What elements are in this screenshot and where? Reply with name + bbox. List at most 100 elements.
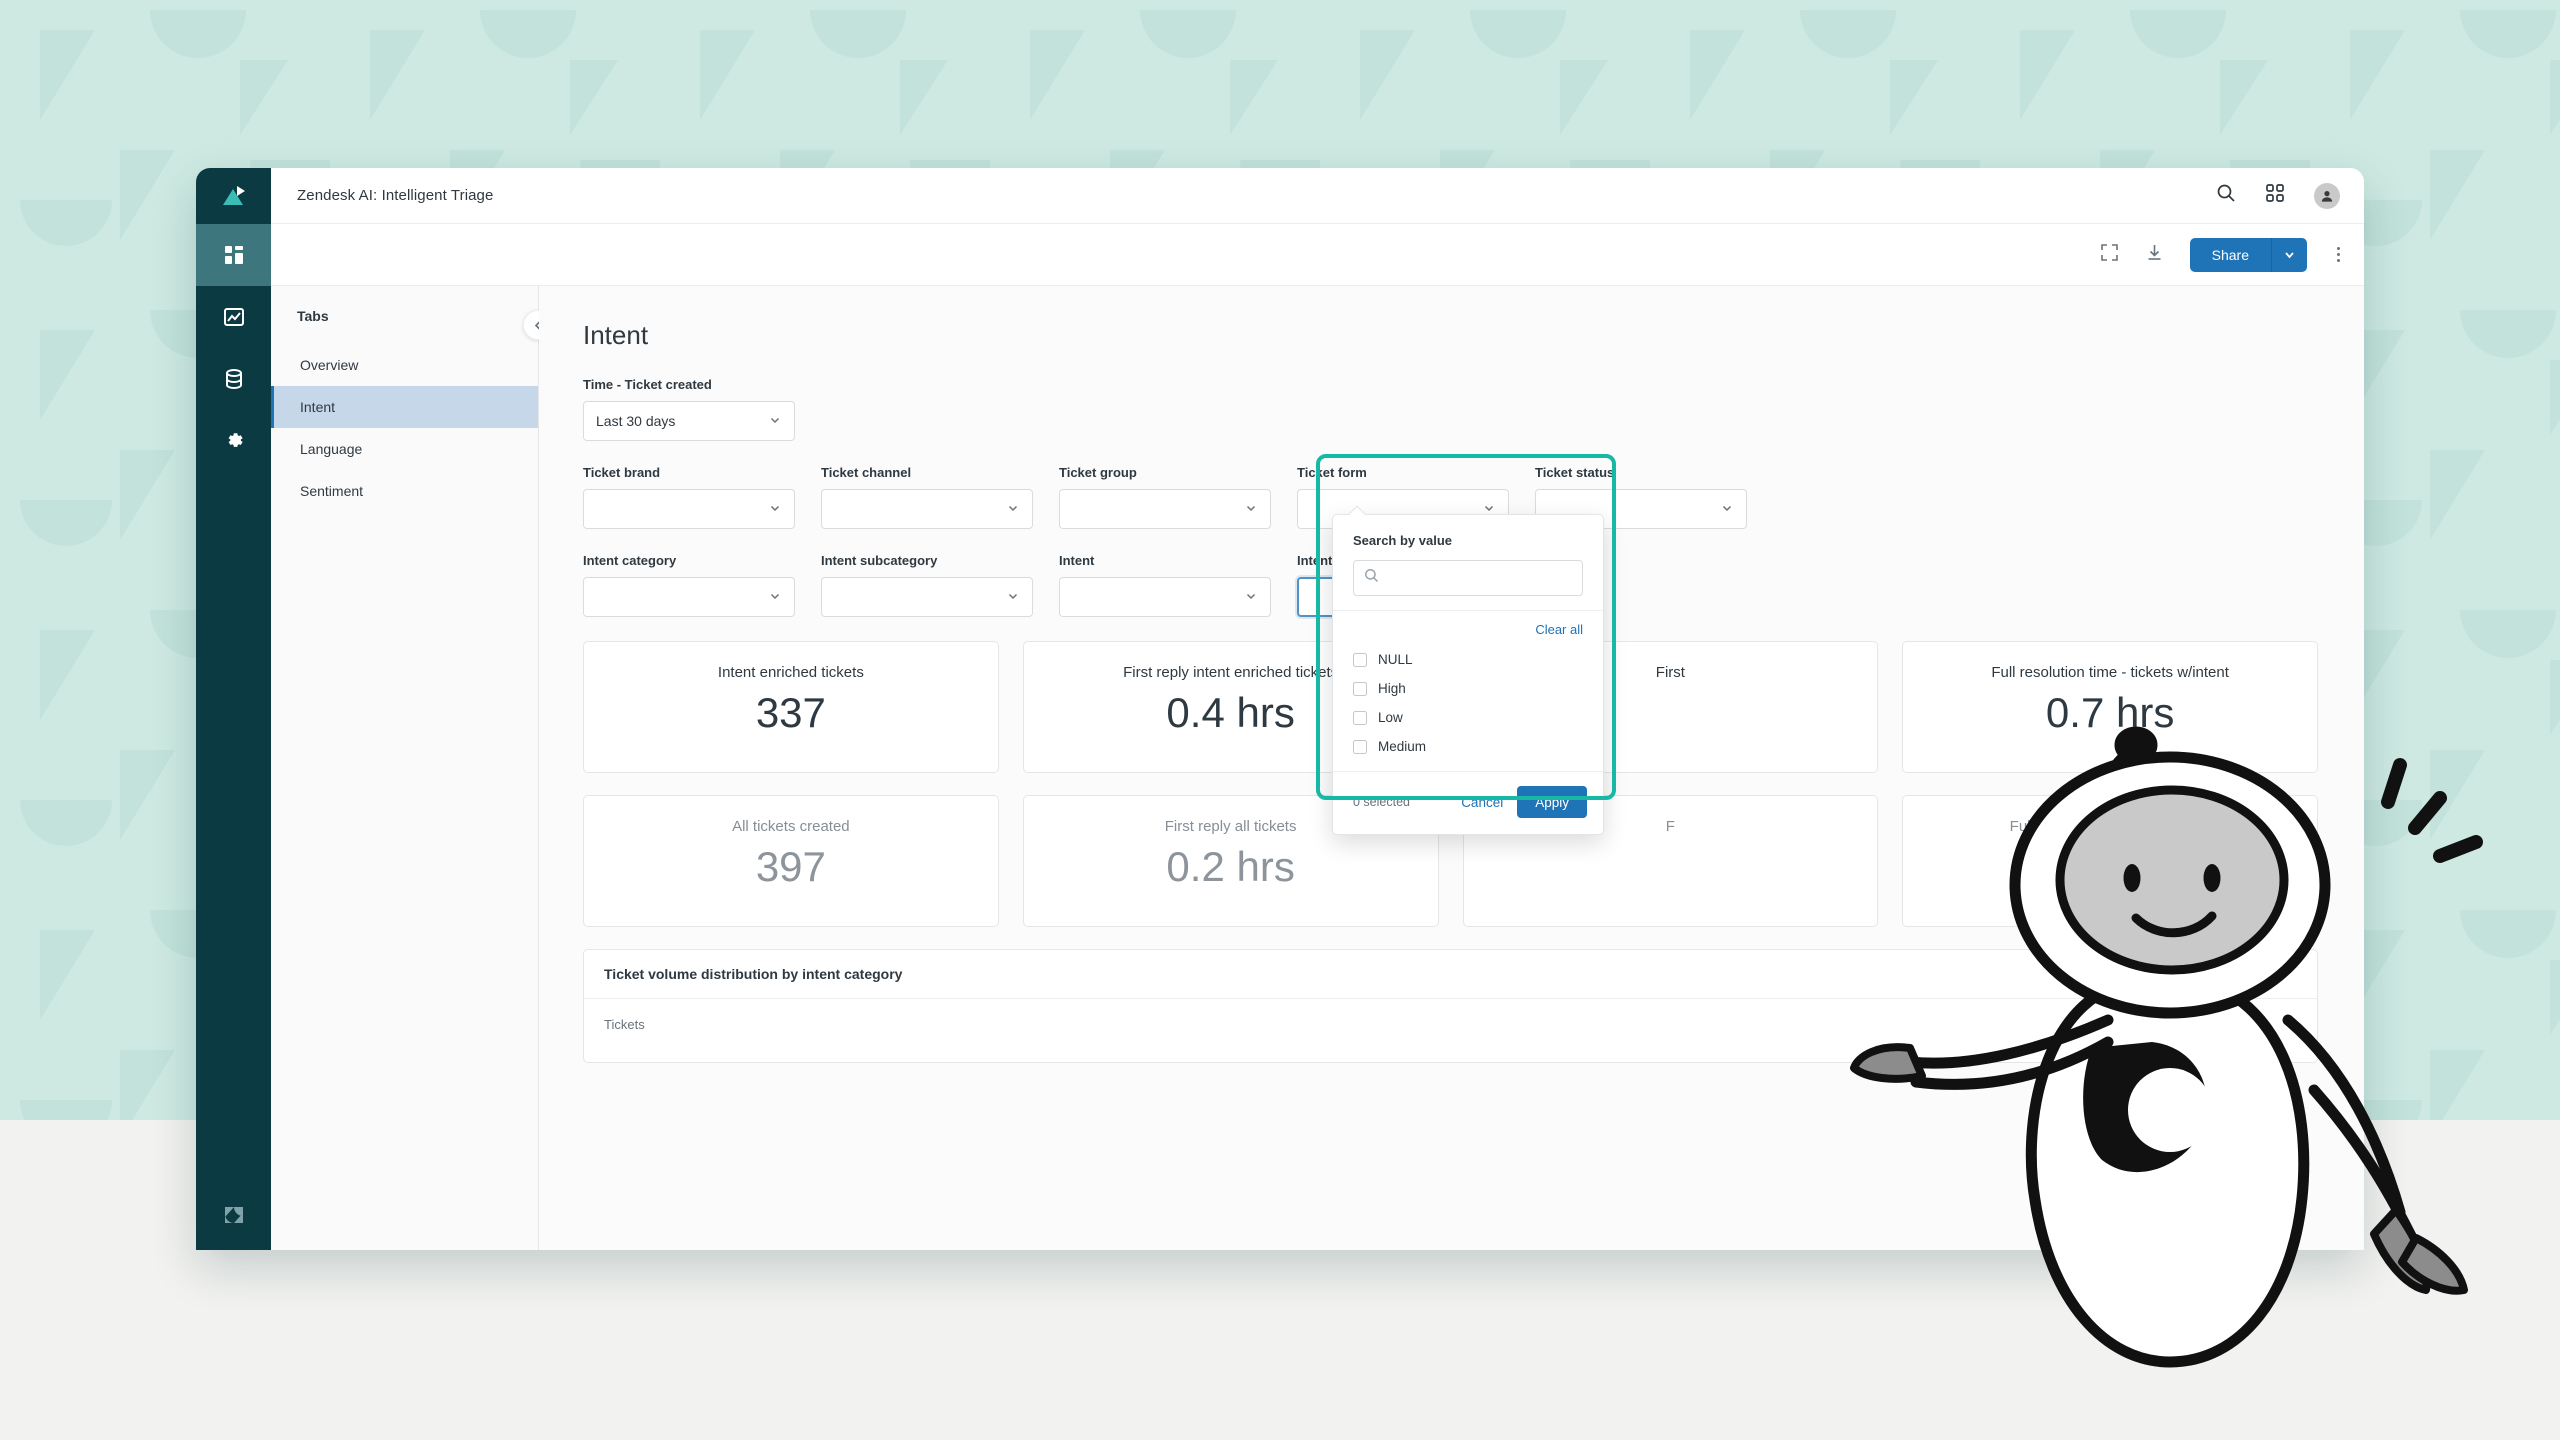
cancel-button[interactable]: Cancel: [1461, 795, 1503, 810]
kpi-value: 397: [755, 843, 826, 890]
settings-gear-icon: [228, 433, 243, 447]
kpi-card-full-resolution-intent: Full resolution time - tickets w/intent …: [1902, 641, 2318, 773]
dropdown-heading: Search by value: [1353, 533, 1452, 548]
selected-count: 0 selected: [1353, 795, 1410, 809]
share-button-group: Share: [2189, 237, 2307, 272]
dropdown-clear-all-row: Clear all: [1333, 611, 1603, 645]
option-label: High: [1378, 681, 1406, 696]
chart-axis-label: Tickets: [604, 1017, 645, 1032]
option-label: NULL: [1378, 652, 1413, 667]
tab-intent[interactable]: Intent: [271, 386, 538, 428]
filter-label: Ticket status: [1535, 465, 1615, 480]
kpi-value: 0.2 hrs: [1166, 843, 1295, 890]
fullscreen-icon[interactable]: [2100, 243, 2119, 267]
kpi-card-intent-enriched-tickets: Intent enriched tickets 337: [583, 641, 999, 773]
filter-intent-select[interactable]: [1059, 577, 1271, 617]
apply-button[interactable]: Apply: [1517, 786, 1587, 818]
rail-item-datasets[interactable]: [196, 348, 271, 410]
filter-intent-category: Intent category: [583, 553, 795, 617]
datasets-database-icon: [225, 369, 242, 389]
option-label: Low: [1378, 710, 1403, 725]
dropdown-option-medium[interactable]: Medium: [1333, 732, 1603, 761]
chevron-down-icon: [1006, 501, 1020, 518]
kpi-title: First reply intent enriched tickets: [1123, 664, 1339, 681]
checkbox[interactable]: [1353, 681, 1367, 696]
intent-confidence-dropdown-panel: Search by value Clear all NULL High Low …: [1332, 505, 1604, 835]
kpi-title: Full resolution time - all tickets: [2009, 818, 2211, 835]
clear-all-link[interactable]: Clear all: [1535, 622, 1583, 637]
kpi-title: First reply all tickets: [1164, 818, 1297, 835]
filter-intent: Intent: [1059, 553, 1271, 617]
chevron-down-icon: [768, 589, 782, 606]
filter-row-time: Time - Ticket created Last 30 days: [583, 377, 2318, 441]
body-split: Tabs Overview Intent Language Sentiment …: [271, 286, 2364, 1250]
chevron-down-icon: [1244, 589, 1258, 606]
top-bar: Zendesk AI: Intelligent Triage: [271, 168, 2364, 224]
user-avatar-icon: [2321, 190, 2333, 202]
share-button[interactable]: Share: [2189, 237, 2271, 272]
search-icon: [1364, 568, 1379, 588]
kpi-card-full-resolution-all: Full resolution time - all tickets 0.6 h…: [1902, 795, 2318, 927]
rail-item-settings[interactable]: [196, 410, 271, 472]
dropdown-option-null[interactable]: NULL: [1333, 645, 1603, 674]
dropdown-search-box[interactable]: [1353, 560, 1583, 596]
filter-intent-subcategory: Intent subcategory: [821, 553, 1033, 617]
kpi-value: 0.6 hrs: [2045, 843, 2175, 890]
filter-label: Ticket form: [1297, 465, 1367, 480]
rail-item-dashboards[interactable]: [196, 224, 271, 286]
filter-time-ticket-created: Time - Ticket created Last 30 days: [583, 377, 795, 441]
kpi-value: 0.4 hrs: [1166, 689, 1295, 736]
zendesk-logo: [196, 1202, 271, 1228]
top-bar-actions: [2216, 182, 2340, 209]
checkbox[interactable]: [1353, 739, 1367, 754]
filter-intent-subcategory-select[interactable]: [821, 577, 1033, 617]
filter-ticket-group: Ticket group: [1059, 465, 1271, 529]
download-icon[interactable]: [2145, 243, 2164, 267]
dashboard-grid-icon: [224, 246, 243, 264]
filter-label: Intent: [1059, 553, 1095, 568]
page-title: Intent: [583, 320, 649, 350]
search-icon[interactable]: [2216, 183, 2236, 208]
tab-overview[interactable]: Overview: [271, 344, 538, 386]
dropdown-option-low[interactable]: Low: [1333, 703, 1603, 732]
kpi-title: First: [1655, 664, 1685, 681]
kpi-title: All tickets created: [732, 818, 850, 835]
main-column: Zendesk AI: Intelligent Triage Share Tab…: [271, 168, 2364, 1250]
dropdown-search-wrap: [1333, 548, 1603, 610]
tabs-heading: Tabs: [297, 308, 329, 324]
option-label: Medium: [1378, 739, 1427, 754]
filter-time-select[interactable]: Last 30 days: [583, 401, 795, 441]
chart-card-ticket-volume: Ticket volume distribution by intent cat…: [583, 949, 2318, 1063]
filter-ticket-group-select[interactable]: [1059, 489, 1271, 529]
kpi-value: 337: [755, 689, 826, 736]
rail-item-reports[interactable]: [196, 286, 271, 348]
chevron-down-icon: [1244, 501, 1258, 518]
dropdown-footer: 0 selected Cancel Apply: [1333, 771, 1603, 834]
app-title: Zendesk AI: Intelligent Triage: [297, 187, 494, 204]
filter-intent-category-select[interactable]: [583, 577, 795, 617]
toolbar-actions: Share: [2100, 237, 2344, 272]
chevron-down-icon: [1006, 589, 1020, 606]
apps-grid-icon[interactable]: [2266, 184, 2284, 207]
filter-label: Time - Ticket created: [583, 377, 712, 392]
tab-language[interactable]: Language: [271, 428, 538, 470]
zendesk-explore-logo: [196, 168, 271, 224]
share-dropdown-toggle[interactable]: [2271, 237, 2307, 272]
checkbox[interactable]: [1353, 710, 1367, 725]
filter-label: Intent category: [583, 553, 677, 568]
dashboard-toolbar: Share: [271, 224, 2364, 286]
kebab-menu-icon[interactable]: [2333, 243, 2344, 266]
filter-ticket-brand: Ticket brand: [583, 465, 795, 529]
filter-label: Ticket group: [1059, 465, 1137, 480]
filter-ticket-channel-select[interactable]: [821, 489, 1033, 529]
kpi-title: Intent enriched tickets: [717, 664, 864, 681]
filter-ticket-brand-select[interactable]: [583, 489, 795, 529]
avatar[interactable]: [2314, 182, 2340, 209]
filter-label: Ticket brand: [583, 465, 661, 480]
tab-sentiment[interactable]: Sentiment: [271, 470, 538, 512]
chevron-down-icon: [2285, 252, 2294, 259]
dropdown-option-high[interactable]: High: [1333, 674, 1603, 703]
checkbox[interactable]: [1353, 652, 1367, 667]
dropdown-search-input[interactable]: [1387, 570, 1572, 586]
chart-title: Ticket volume distribution by intent cat…: [584, 950, 2317, 999]
